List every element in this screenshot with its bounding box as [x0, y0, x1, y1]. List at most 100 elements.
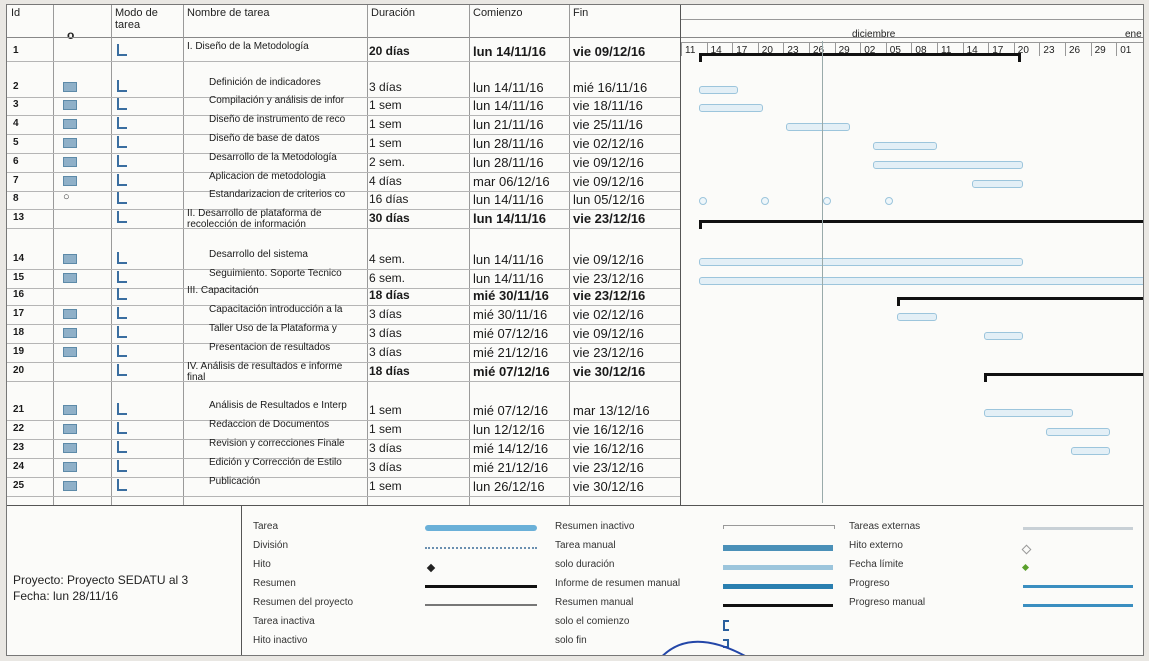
note-icon: [63, 405, 77, 415]
task-name[interactable]: Capacitación introducción a la: [209, 304, 371, 315]
task-end: vie 09/12/16: [573, 174, 644, 189]
task-name[interactable]: II. Desarrollo de plataforma de recolecc…: [187, 208, 357, 230]
task-name[interactable]: Aplicacion de metodologia: [209, 171, 371, 182]
task-end: vie 23/12/16: [573, 271, 644, 286]
task-mode-icon: [117, 345, 127, 357]
task-name[interactable]: I. Diseño de la Metodología: [187, 41, 349, 52]
task-start: lun 14/11/16: [473, 98, 544, 113]
task-mode-icon: [117, 44, 127, 56]
task-name[interactable]: Publicación: [209, 476, 371, 487]
task-end: vie 30/12/16: [573, 364, 646, 379]
legend-label: Tareas externas: [849, 521, 921, 532]
legend-label: Tarea inactiva: [253, 616, 315, 627]
task-end: vie 23/12/16: [573, 211, 646, 226]
note-icon: [63, 347, 77, 357]
task-mode-icon: [117, 422, 127, 434]
task-start: mié 07/12/16: [473, 403, 549, 418]
task-duration: 1 sem: [369, 136, 402, 150]
task-bar: [1071, 447, 1111, 455]
task-start: lun 26/12/16: [473, 479, 545, 494]
task-end: mié 16/11/16: [573, 80, 648, 95]
task-name[interactable]: Revision y correcciones Finale: [209, 438, 371, 449]
task-mode-icon: [117, 136, 127, 148]
task-start: mar 06/12/16: [473, 174, 550, 189]
task-mode-icon: [117, 403, 127, 415]
task-mode-icon: [117, 117, 127, 129]
legend-external-milestone-swatch: [1021, 544, 1032, 555]
legend-milestone-swatch: [426, 563, 436, 573]
task-bar: [971, 180, 1024, 188]
task-name[interactable]: III. Capacitación: [187, 285, 349, 296]
legend-label: Progreso manual: [849, 597, 926, 608]
task-bar: [984, 409, 1073, 417]
task-name[interactable]: Definición de indicadores: [209, 77, 371, 88]
task-duration: 4 días: [369, 174, 402, 188]
legend-label: Informe de resumen manual: [555, 578, 681, 589]
task-name[interactable]: Diseño de base de datos: [209, 133, 371, 144]
summary-bar: [897, 297, 1143, 306]
recurring-marker: [699, 197, 707, 205]
task-start: mié 14/12/16: [473, 441, 549, 456]
legend-label: solo duración: [555, 559, 615, 570]
task-mode-icon: [117, 155, 127, 167]
task-end: vie 09/12/16: [573, 326, 644, 341]
task-name[interactable]: Redaccion de Documentos: [209, 419, 371, 430]
recurring-marker: [761, 197, 769, 205]
task-mode-icon: [117, 98, 127, 110]
task-name[interactable]: Desarrollo de la Metodología: [209, 152, 371, 163]
legend-label: Resumen manual: [555, 597, 634, 608]
legend-label: Resumen: [253, 578, 296, 589]
task-end: vie 09/12/16: [573, 44, 646, 59]
col-start: Comienzo: [473, 7, 523, 19]
task-name[interactable]: Diseño de instrumento de reco: [209, 114, 371, 125]
task-name[interactable]: Compilación y análisis de infor: [209, 95, 371, 106]
task-mode-icon: [117, 288, 127, 300]
task-end: vie 30/12/16: [573, 479, 644, 494]
task-name[interactable]: Estandarizacion de criterios co: [209, 189, 371, 200]
row-id: 2: [13, 81, 19, 92]
row-divider: [7, 61, 680, 62]
day-tick: [1090, 42, 1092, 56]
task-end: vie 18/11/16: [573, 98, 643, 113]
legend-label: Progreso: [849, 578, 890, 589]
day-tick: [1065, 42, 1066, 56]
row-id: 17: [13, 308, 25, 319]
legend-label: Tarea: [253, 521, 279, 532]
task-duration: 3 días: [369, 441, 402, 455]
task-bar: [1046, 428, 1111, 436]
task-name[interactable]: Seguimiento. Soporte Tecnico: [209, 268, 371, 279]
task-end: vie 23/12/16: [573, 460, 644, 475]
task-mode-icon: [117, 364, 127, 376]
task-end: mar 13/12/16: [573, 403, 650, 418]
task-duration: 20 días: [369, 44, 410, 58]
header-divider: [7, 37, 1143, 38]
legend-split-swatch: [425, 547, 537, 549]
task-duration: 18 días: [369, 288, 410, 302]
grid-line: [111, 5, 112, 505]
date-label: Fecha: lun 28/11/16: [13, 589, 119, 603]
task-name[interactable]: Análisis de Resultados e Interp: [209, 400, 371, 411]
day-label: 23: [1043, 45, 1055, 56]
task-name[interactable]: IV. Análisis de resultados e informe fin…: [187, 361, 357, 383]
task-start: mié 30/11/16: [473, 288, 549, 303]
task-name[interactable]: Presentacion de resultados: [209, 342, 371, 353]
task-start: mié 07/12/16: [473, 326, 549, 341]
legend-label: solo el comienzo: [555, 616, 630, 627]
task-start: mié 07/12/16: [473, 364, 550, 379]
indicator-col-icon: o: [67, 28, 75, 42]
task-start: lun 28/11/16: [473, 136, 544, 151]
task-mode-icon: [117, 460, 127, 472]
legend-label: solo fin: [555, 635, 587, 646]
task-name[interactable]: Desarrollo del sistema: [209, 249, 371, 260]
task-name[interactable]: Taller Uso de la Plataforma y: [209, 323, 371, 334]
row-id: 23: [13, 442, 25, 453]
task-duration: 3 días: [369, 345, 402, 359]
task-duration: 3 días: [369, 460, 402, 474]
pen-stroke: [662, 640, 746, 655]
task-duration: 1 sem: [369, 403, 402, 417]
row-id: 14: [13, 253, 25, 264]
day-label: 01: [1120, 45, 1132, 56]
task-name[interactable]: Edición y Corrección de Estilo: [209, 457, 371, 468]
task-mode-icon: [117, 271, 127, 283]
row-id: 13: [13, 212, 25, 223]
